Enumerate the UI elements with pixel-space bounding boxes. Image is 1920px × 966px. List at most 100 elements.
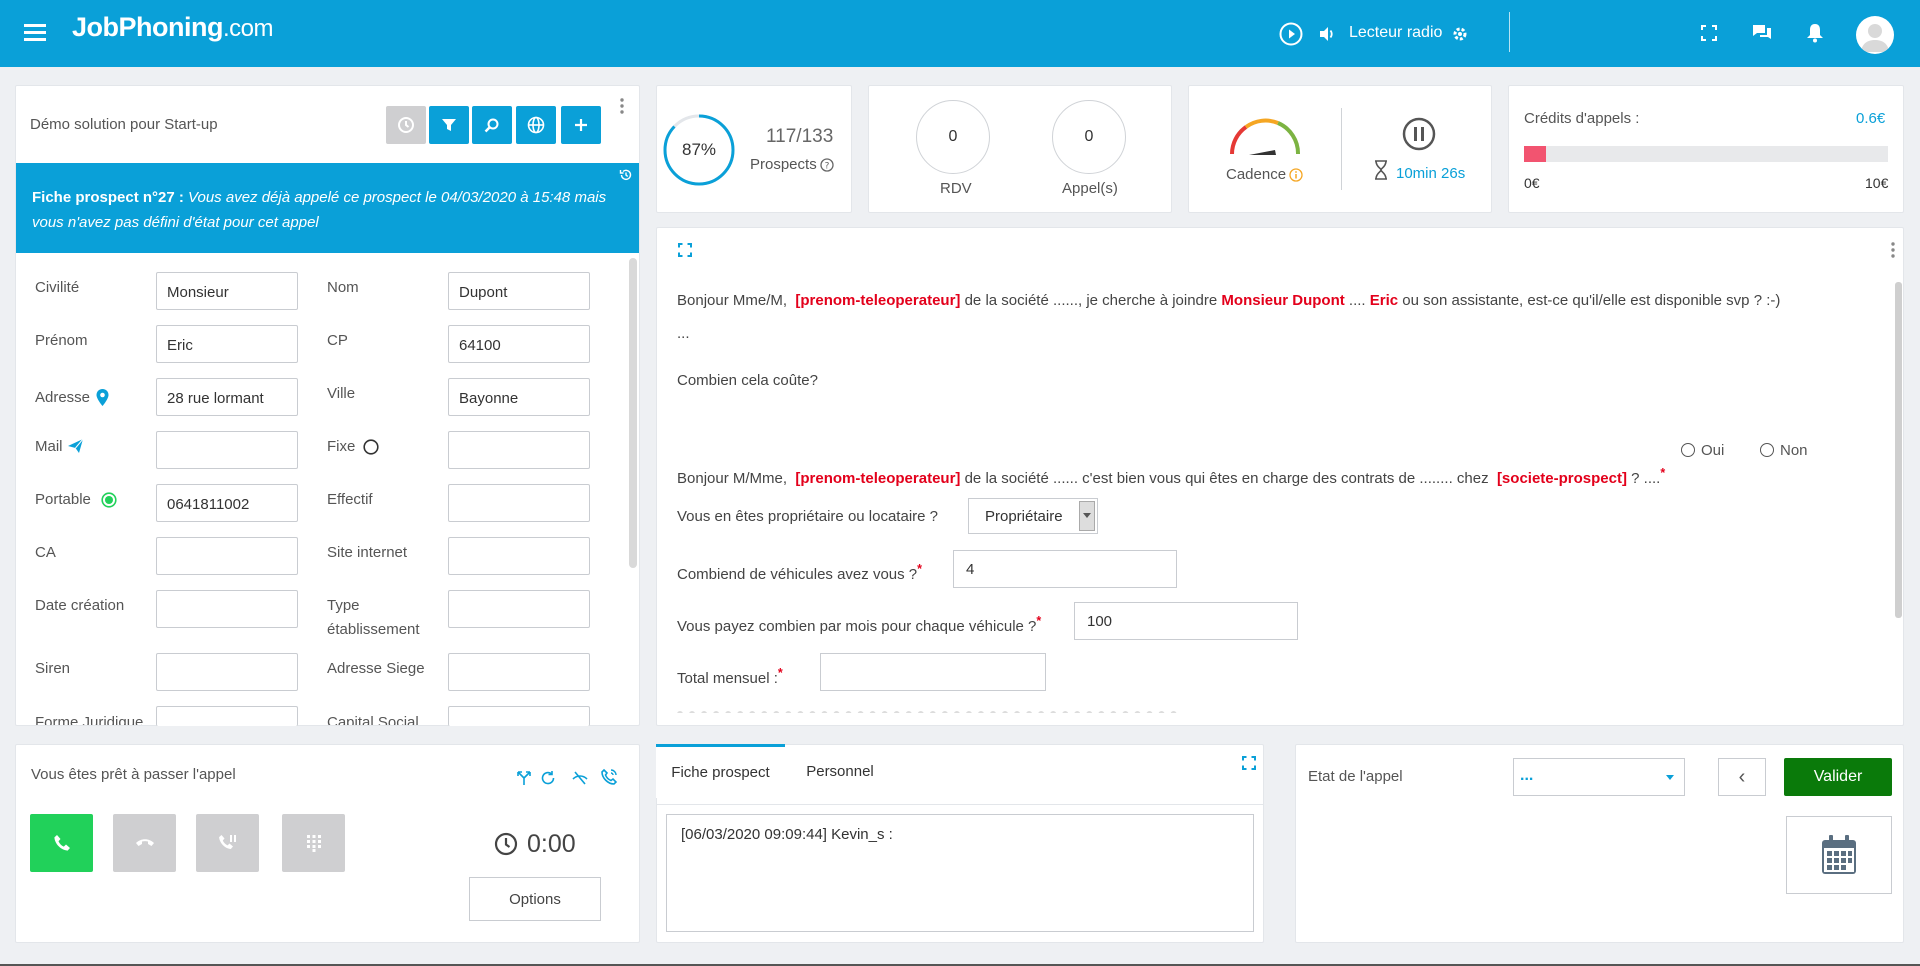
field-label-mail: Mail	[35, 438, 63, 455]
app-logo[interactable]: JobPhoning.com	[72, 12, 274, 43]
capital-social-field[interactable]	[448, 706, 590, 726]
calendar-button[interactable]	[1786, 816, 1892, 894]
cadence-info-icon[interactable]	[1289, 168, 1303, 186]
date-creation-field[interactable]	[156, 590, 298, 628]
radio-yes[interactable]: Oui	[1681, 442, 1724, 459]
history-button[interactable]	[386, 106, 426, 144]
radio-no[interactable]: Non	[1760, 442, 1808, 459]
ca-field[interactable]	[156, 537, 298, 575]
tab-fiche-prospect[interactable]: Fiche prospect	[656, 744, 785, 798]
civilite-field[interactable]: Monsieur	[156, 272, 298, 310]
refresh-icon[interactable]	[540, 770, 556, 790]
cp-field[interactable]: 64100	[448, 325, 590, 363]
effectif-field[interactable]	[448, 484, 590, 522]
call-state-select[interactable]: ...	[1513, 758, 1685, 796]
card-menu-icon[interactable]	[620, 98, 624, 118]
back-button[interactable]: ‹	[1718, 758, 1766, 796]
keypad-button[interactable]	[282, 814, 345, 872]
add-prospect-button[interactable]	[561, 106, 601, 144]
call-timer: 0:00	[527, 830, 576, 858]
chevron-down-icon	[1666, 775, 1674, 780]
script-question-cost: Combien cela coûte?	[677, 372, 818, 389]
prospects-count: 117/133	[766, 126, 834, 147]
type-etablissement-field[interactable]	[448, 590, 590, 628]
prospect-banner: Fiche prospect n°27 : Vous avez déjà app…	[16, 163, 639, 253]
credits-value: 0.6€	[1856, 110, 1886, 127]
field-label-forme-juridique: Forme Juridique	[35, 714, 144, 725]
volume-icon[interactable]	[1318, 25, 1336, 47]
hamburger-menu-icon[interactable]	[24, 22, 46, 42]
portable-field[interactable]: 0641811002	[156, 484, 298, 522]
calls-label: Appel(s)	[1062, 180, 1118, 197]
radio-player-label[interactable]: Lecteur radio	[1349, 24, 1442, 42]
campaign-title: Démo solution pour Start-up	[30, 116, 218, 133]
chat-icon[interactable]	[1752, 23, 1772, 47]
siren-field[interactable]	[156, 653, 298, 691]
vehicles-input[interactable]: 4	[953, 550, 1177, 588]
script-menu-icon[interactable]	[1891, 242, 1895, 262]
filter-button[interactable]	[429, 106, 469, 144]
settings-gear-icon[interactable]	[1452, 26, 1468, 46]
play-icon[interactable]	[1279, 22, 1303, 50]
fixe-field[interactable]	[448, 431, 590, 469]
owner-select-value: Propriétaire	[985, 508, 1063, 525]
web-search-button[interactable]	[516, 106, 556, 144]
total-input[interactable]	[820, 653, 1046, 691]
adresse-field[interactable]: 28 rue lormant	[156, 378, 298, 416]
owner-select-arrow[interactable]	[1079, 501, 1095, 531]
rdv-label: RDV	[940, 180, 972, 197]
credits-max: 10€	[1865, 175, 1889, 191]
map-pin-icon[interactable]	[96, 389, 109, 410]
hangup-transfer-icon[interactable]	[571, 770, 589, 790]
script-scrollbar[interactable]	[1895, 282, 1902, 618]
script-intro-line: Bonjour Mme/M, [prenom-teleoperateur] de…	[677, 292, 1781, 309]
ville-field[interactable]: Bayonne	[448, 378, 590, 416]
notifications-bell-icon[interactable]	[1806, 23, 1824, 47]
site-internet-field[interactable]	[448, 537, 590, 575]
field-label-adresse: Adresse	[35, 389, 91, 406]
credits-label: Crédits d'appels :	[1524, 110, 1640, 127]
prospect-scrollbar[interactable]	[629, 258, 637, 568]
prenom-field[interactable]: Eric	[156, 325, 298, 363]
tab-personnel-label: Personnel	[806, 762, 874, 780]
transfer-icon[interactable]	[516, 770, 532, 790]
script-expand-icon[interactable]	[678, 243, 692, 261]
phone-call-icon[interactable]	[600, 768, 618, 790]
validate-button[interactable]: Valider	[1784, 758, 1892, 796]
notes-expand-icon[interactable]	[1242, 756, 1256, 774]
field-label-civilite: Civilité	[35, 279, 80, 296]
help-icon[interactable]: ?	[820, 158, 834, 176]
owner-select[interactable]: Propriétaire	[968, 498, 1098, 534]
hangup-button[interactable]	[113, 814, 176, 872]
mail-field[interactable]	[156, 431, 298, 469]
notes-entry: [06/03/2020 09:09:44] Kevin_s :	[681, 826, 893, 843]
fixe-call-radio-icon[interactable]	[363, 439, 379, 459]
monthly-input[interactable]: 100	[1074, 602, 1298, 640]
field-label-portable: Portable	[35, 491, 91, 508]
notes-textarea[interactable]: [06/03/2020 09:09:44] Kevin_s :	[666, 814, 1254, 932]
forme-juridique-field[interactable]	[156, 706, 298, 726]
search-button[interactable]	[472, 106, 512, 144]
phone-icon	[53, 835, 70, 851]
nom-field[interactable]: Dupont	[448, 272, 590, 310]
pause-icon[interactable]	[1402, 117, 1436, 155]
field-label-ville: Ville	[327, 385, 356, 402]
banner-title: Fiche prospect n°27 :	[32, 189, 184, 206]
question-total-label: Total mensuel :*	[677, 666, 783, 687]
portable-call-radio-icon[interactable]	[101, 492, 117, 512]
tab-personnel[interactable]: Personnel	[790, 744, 890, 798]
calls-counter: 0	[1052, 100, 1126, 174]
history-small-icon[interactable]	[619, 168, 633, 186]
svg-text:?: ?	[825, 162, 830, 172]
call-button[interactable]	[30, 814, 93, 872]
adresse-siege-field[interactable]	[448, 653, 590, 691]
send-mail-icon[interactable]	[67, 438, 84, 458]
call-status: Vous êtes prêt à passer l'appel	[31, 766, 236, 783]
options-button[interactable]: Options	[469, 877, 601, 921]
hold-button[interactable]	[196, 814, 259, 872]
fullscreen-icon[interactable]	[1701, 25, 1717, 45]
topbar-divider	[1509, 12, 1510, 52]
search-icon	[484, 118, 499, 133]
user-avatar[interactable]	[1856, 16, 1894, 54]
field-label-adresse-siege: Adresse Siege	[327, 660, 425, 677]
